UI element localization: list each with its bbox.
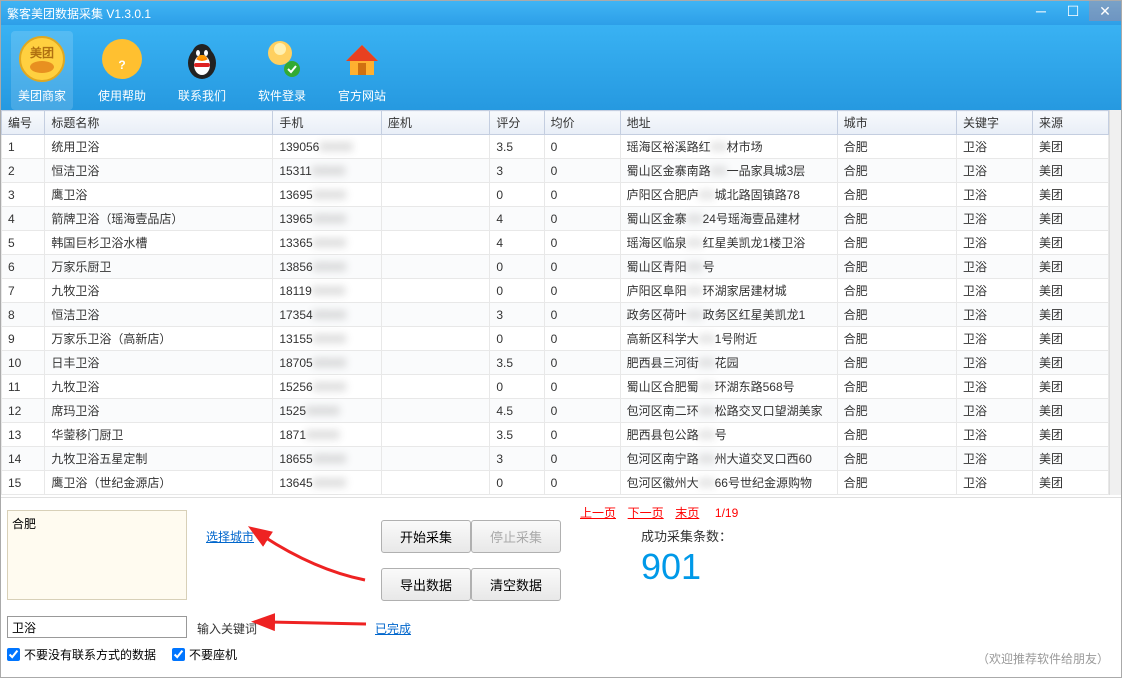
close-button[interactable]: ✕ [1089,1,1121,21]
select-city-link[interactable]: 选择城市 [206,528,254,545]
checkbox-no-landline[interactable]: 不要座机 [172,646,237,663]
titlebar: 繁客美团数据采集 V1.3.0.1 ─ ☐ ✕ [1,1,1121,25]
page-info: 1/19 [715,506,738,520]
start-collect-button[interactable]: 开始采集 [381,520,471,553]
pagination: 上一页 下一页 末页 1/19 [576,504,738,521]
table-row[interactable]: 13华蓥移门厨卫1871000003.50肥西县包公路XX号合肥卫浴美团 [2,423,1109,447]
keyword-input[interactable] [7,616,187,638]
data-table-area: 编号 标题名称 手机 座机 评分 均价 地址 城市 关键字 来源 1统用卫浴13… [1,110,1121,495]
clear-button[interactable]: 清空数据 [471,568,561,601]
col-rating[interactable]: 评分 [490,111,544,135]
vertical-scrollbar[interactable] [1109,110,1121,495]
toolbar-website[interactable]: 官方网站 [331,31,393,110]
meituan-icon: 美团 [18,35,66,83]
minimize-button[interactable]: ─ [1025,1,1057,21]
toolbar-meituan-merchant[interactable]: 美团 美团商家 [11,31,73,110]
col-id[interactable]: 编号 [2,111,45,135]
checkbox-no-contact[interactable]: 不要没有联系方式的数据 [7,646,156,663]
table-row[interactable]: 1统用卫浴139056000003.50瑶海区裕溪路红XX材市场合肥卫浴美团 [2,135,1109,159]
export-button[interactable]: 导出数据 [381,568,471,601]
toolbar-login[interactable]: 软件登录 [251,31,313,110]
login-icon [258,35,306,83]
table-row[interactable]: 7九牧卫浴181190000000庐阳区阜阳XX环湖家居建材城合肥卫浴美团 [2,279,1109,303]
toolbar-help[interactable]: ? 使用帮助 [91,31,153,110]
prev-page-link[interactable]: 上一页 [580,506,616,520]
col-city[interactable]: 城市 [837,111,956,135]
table-row[interactable]: 8恒洁卫浴173540000030政务区荷叶XX政务区红星美凯龙1合肥卫浴美团 [2,303,1109,327]
keyword-label: 输入关键词 [197,620,257,637]
table-row[interactable]: 6万家乐厨卫138560000000蜀山区青阳XX号合肥卫浴美团 [2,255,1109,279]
last-page-link[interactable]: 末页 [675,506,699,520]
bottom-panel: 上一页 下一页 末页 1/19 成功采集条数： 901 合肥 选择城市 开始采集… [1,497,1121,677]
col-src[interactable]: 来源 [1032,111,1108,135]
next-page-link[interactable]: 下一页 [628,506,664,520]
stop-collect-button[interactable]: 停止采集 [471,520,561,553]
city-textbox[interactable]: 合肥 [7,510,187,600]
house-icon [338,35,386,83]
qq-penguin-icon [178,35,226,83]
table-row[interactable]: 3鹰卫浴136950000000庐阳区合肥庐XX城北路固镇路78合肥卫浴美团 [2,183,1109,207]
table-row[interactable]: 16红欣卫浴批发总汇13356000003.50包河区东二环XX五里庙建材市场1… [2,495,1109,496]
svg-text:美团: 美团 [30,45,54,60]
table-row[interactable]: 2恒洁卫浴153110000030蜀山区金寨南路XX一品家具城3层合肥卫浴美团 [2,159,1109,183]
table-header-row: 编号 标题名称 手机 座机 评分 均价 地址 城市 关键字 来源 [2,111,1109,135]
window-controls: ─ ☐ ✕ [1025,1,1121,25]
status-done: 已完成 [375,620,411,637]
arrow-annotation-icon [261,610,371,637]
col-tel[interactable]: 座机 [381,111,490,135]
maximize-button[interactable]: ☐ [1057,1,1089,21]
col-addr[interactable]: 地址 [620,111,837,135]
table-row[interactable]: 14九牧卫浴五星定制186550000030包河区南宁路XX州大道交叉口西60合… [2,447,1109,471]
table-row[interactable]: 4箭牌卫浴（瑶海壹品店）139650000040蜀山区金寨XX24号瑶海壹品建材… [2,207,1109,231]
help-icon: ? [98,35,146,83]
data-table: 编号 标题名称 手机 座机 评分 均价 地址 城市 关键字 来源 1统用卫浴13… [1,110,1109,495]
app-title: 繁客美团数据采集 V1.3.0.1 [7,5,151,22]
col-title[interactable]: 标题名称 [45,111,273,135]
col-phone[interactable]: 手机 [273,111,382,135]
svg-text:?: ? [118,58,125,72]
stats-count: 901 [641,546,701,588]
table-row[interactable]: 11九牧卫浴152560000000蜀山区合肥蜀XX环湖东路568号合肥卫浴美团 [2,375,1109,399]
recommend-text: （欢迎推荐软件给朋友） [977,650,1109,667]
table-row[interactable]: 5韩国巨杉卫浴水槽133650000040瑶海区临泉XX红星美凯龙1楼卫浴合肥卫… [2,231,1109,255]
stats-label: 成功采集条数： [641,526,732,545]
toolbar-contact[interactable]: 联系我们 [171,31,233,110]
table-row[interactable]: 9万家乐卫浴（高新店）131550000000高新区科学大XX1号附近合肥卫浴美… [2,327,1109,351]
table-row[interactable]: 15鹰卫浴（世纪金源店）136450000000包河区徽州大XX66号世纪金源购… [2,471,1109,495]
arrow-annotation-icon [255,530,375,593]
col-price[interactable]: 均价 [544,111,620,135]
toolbar: 美团 美团商家 ? 使用帮助 联系我们 软件登录 官方网站 [1,25,1121,110]
table-row[interactable]: 10日丰卫浴18705000003.50肥西县三河街XX花园合肥卫浴美团 [2,351,1109,375]
checkbox-row: 不要没有联系方式的数据 不要座机 [7,646,237,663]
table-row[interactable]: 12席玛卫浴1525000004.50包河区南二环XX松路交叉口望湖美家合肥卫浴… [2,399,1109,423]
col-kw[interactable]: 关键字 [956,111,1032,135]
